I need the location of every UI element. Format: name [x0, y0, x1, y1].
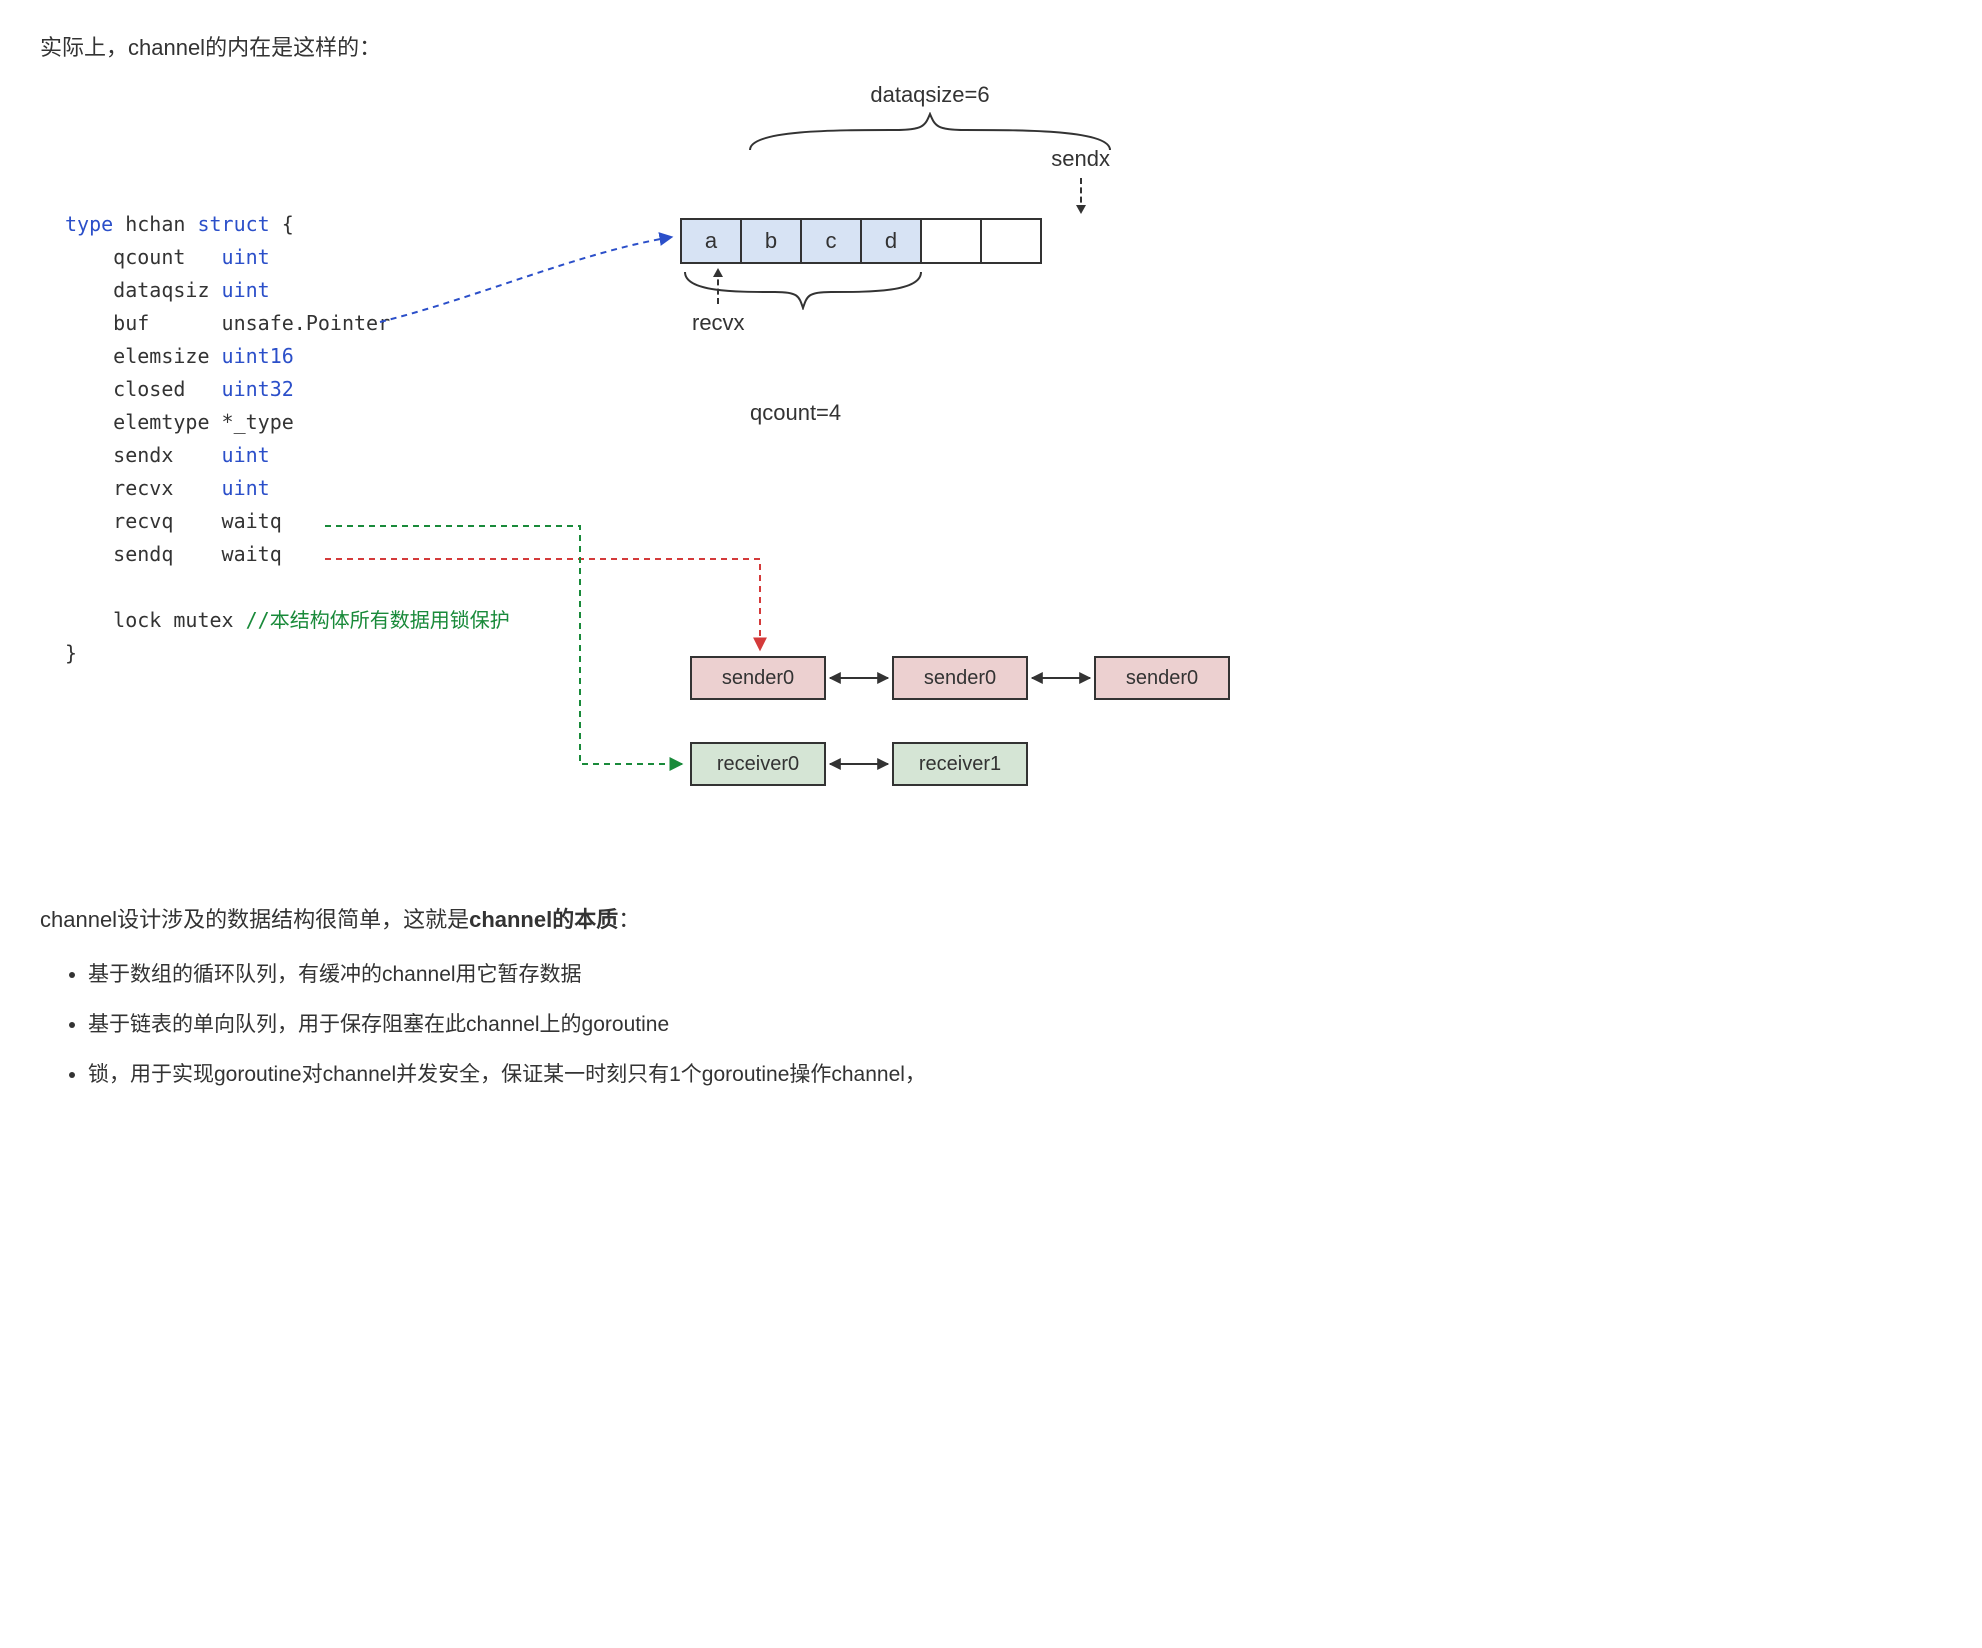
field-qcount: qcount — [113, 245, 221, 269]
close-brace: } — [65, 641, 77, 665]
lock-comment: //本结构体所有数据用锁保护 — [246, 608, 510, 632]
field-sendq: sendq — [113, 542, 221, 566]
summary-bold: channel的本质 — [469, 907, 618, 932]
bullet-list: 基于数组的循环队列，有缓冲的channel用它暂存数据 基于链表的单向队列，用于… — [40, 958, 1220, 1088]
struct-name: hchan — [113, 212, 197, 236]
sendx-label: sendx — [1051, 146, 1110, 172]
struct-code: type hchan struct { qcount uint dataqsiz… — [65, 208, 510, 670]
recvx-label: recvx — [692, 310, 745, 336]
field-dataqsiz: dataqsiz — [113, 278, 221, 302]
type-uint: uint — [222, 245, 270, 269]
kw-type: type — [65, 212, 113, 236]
field-sendx: sendx — [113, 443, 221, 467]
buffer-cell — [980, 218, 1042, 264]
field-elemtype: elemtype — [113, 410, 221, 434]
buffer-cell: d — [860, 218, 922, 264]
intro-text: 实际上，channel的内在是这样的： — [40, 30, 1220, 62]
summary-text: channel设计涉及的数据结构很简单，这就是channel的本质： — [40, 902, 1220, 934]
type-uint32: uint32 — [222, 377, 294, 401]
buffer-cell — [920, 218, 982, 264]
buffer-cells: a b c d — [680, 218, 1042, 264]
field-recvx: recvx — [113, 476, 221, 500]
buffer-cell: a — [680, 218, 742, 264]
type-uint16: uint16 — [222, 344, 294, 368]
sender-box: sender0 — [892, 656, 1028, 700]
receiver-box: receiver1 — [892, 742, 1028, 786]
type-ptr-type: *_type — [222, 410, 294, 434]
buffer-cell: c — [800, 218, 862, 264]
dataqsize-label: dataqsize=6 — [680, 82, 1180, 108]
sender-box: sender0 — [690, 656, 826, 700]
diagram-area: type hchan struct { qcount uint dataqsiz… — [40, 82, 1220, 872]
bullet-item: 锁，用于实现goroutine对channel并发安全，保证某一时刻只有1个go… — [88, 1058, 1220, 1088]
receiver-box: receiver0 — [690, 742, 826, 786]
dash-arrow-down-icon — [1080, 178, 1082, 212]
summary-post: ： — [618, 907, 640, 932]
type-uint: uint — [222, 278, 270, 302]
type-uint: uint — [222, 443, 270, 467]
buffer-diagram: dataqsize=6 sendx a b c d recvx — [680, 82, 1180, 152]
qcount-label: qcount=4 — [750, 400, 841, 426]
type-uint: uint — [222, 476, 270, 500]
brace-bottom-icon — [680, 270, 926, 310]
field-elemsize: elemsize — [113, 344, 221, 368]
sender-box: sender0 — [1094, 656, 1230, 700]
type-waitq: waitq — [222, 542, 282, 566]
type-unsafe-pointer: unsafe.Pointer — [222, 311, 391, 335]
summary-pre: channel设计涉及的数据结构很简单，这就是 — [40, 907, 469, 932]
bullet-item: 基于数组的循环队列，有缓冲的channel用它暂存数据 — [88, 958, 1220, 988]
field-closed: closed — [113, 377, 221, 401]
field-lock: lock mutex — [113, 608, 245, 632]
buffer-cell: b — [740, 218, 802, 264]
sendx-indicator: sendx — [1051, 146, 1110, 212]
bullet-item: 基于链表的单向队列，用于保存阻塞在此channel上的goroutine — [88, 1008, 1220, 1038]
open-brace: { — [270, 212, 294, 236]
field-recvq: recvq — [113, 509, 221, 533]
field-buf: buf — [113, 311, 221, 335]
type-waitq: waitq — [222, 509, 282, 533]
kw-struct: struct — [197, 212, 269, 236]
